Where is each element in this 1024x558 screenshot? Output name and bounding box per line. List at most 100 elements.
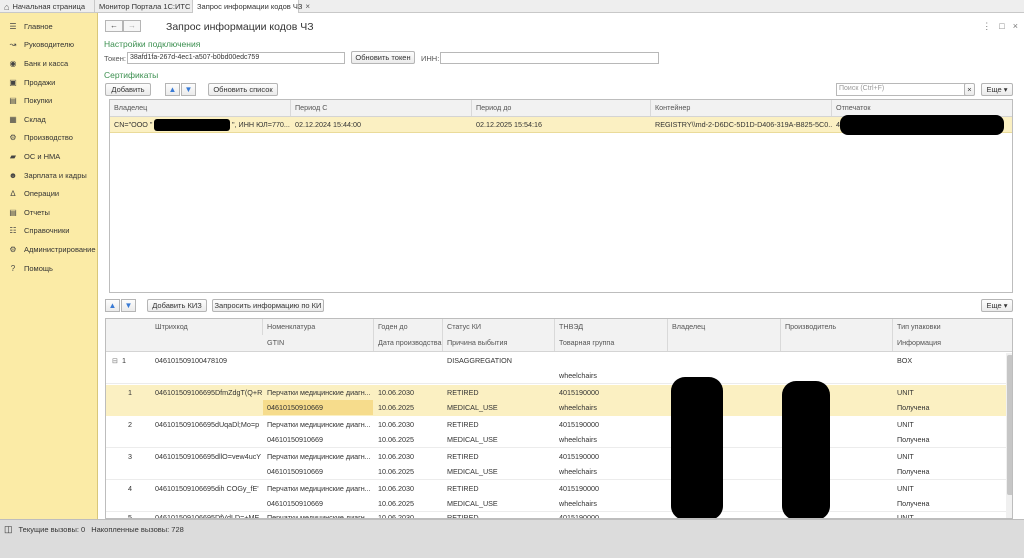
cell-expiry: 10.06.2030 bbox=[378, 513, 414, 519]
sidebar-item-bank[interactable]: ◉ Банк и касса bbox=[0, 54, 97, 73]
more-options-icon[interactable]: ⋮ bbox=[982, 21, 991, 32]
token-input[interactable]: 38afd1fa-267d-4ec1-a507-b0bd00edc759 bbox=[127, 52, 345, 64]
column-header[interactable]: Контейнер bbox=[651, 100, 832, 116]
add-certificate-button[interactable]: Добавить bbox=[105, 83, 151, 96]
sidebar-item-label: Помощь bbox=[24, 263, 53, 273]
cell-info: Получена bbox=[897, 499, 930, 508]
cell-gtin[interactable]: 04610150910669 bbox=[263, 400, 373, 415]
calls-monitor-icon[interactable]: ◫ bbox=[4, 524, 13, 535]
column-header[interactable]: Статус КИ bbox=[443, 319, 555, 335]
cart-icon: ▤ bbox=[9, 96, 17, 106]
page-title: Запрос информации кодов ЧЗ bbox=[166, 21, 314, 33]
cell-status: RETIRED bbox=[447, 420, 479, 429]
sidebar-item-assets[interactable]: ▰ ОС и НМА bbox=[0, 147, 97, 166]
cell-product-group: wheelchairs bbox=[559, 371, 597, 380]
column-header[interactable]: Штрихкод bbox=[151, 319, 263, 335]
sidebar-item-operations[interactable]: ∆ Операции bbox=[0, 184, 97, 203]
collapse-icon[interactable]: ⊟ bbox=[108, 353, 118, 368]
sidebar-item-production[interactable]: ⚙ Производство bbox=[0, 129, 97, 148]
column-header[interactable]: Владелец bbox=[110, 100, 291, 116]
column-header[interactable]: Годен до bbox=[374, 319, 443, 335]
column-header[interactable]: Период С bbox=[291, 100, 472, 116]
production-icon: ⚙ bbox=[9, 133, 17, 143]
staff-icon: ☻ bbox=[8, 170, 18, 180]
sidebar-item-main[interactable]: ☰ Главное bbox=[0, 17, 97, 36]
column-header[interactable]: Тип упаковки bbox=[893, 319, 1012, 335]
cell-pack-type: UNIT bbox=[897, 452, 914, 461]
codes-move-up-button[interactable]: ▲ bbox=[105, 299, 120, 312]
cell-pack-type: UNIT bbox=[897, 484, 914, 493]
column-header[interactable]: GTIN bbox=[263, 335, 374, 351]
sidebar-item-sales[interactable]: ▣ Продажи bbox=[0, 73, 97, 92]
table-row[interactable]: CN="ООО " ", ИНН ЮЛ=770... 02.12.2024 15… bbox=[110, 115, 1012, 135]
refresh-token-button[interactable]: Обновить токен bbox=[351, 51, 415, 64]
column-header[interactable]: Информация bbox=[893, 335, 1012, 351]
cell-retire-reason: MEDICAL_USE bbox=[447, 499, 498, 508]
table-row[interactable]: 4 046101509106695dih COGy_fE' Перчатки м… bbox=[106, 481, 1006, 512]
cell-num: 1 bbox=[122, 356, 126, 365]
cell-product-group: wheelchairs bbox=[559, 403, 597, 412]
tab-cz-request[interactable]: Запрос информации кодов ЧЗ × bbox=[193, 0, 310, 14]
column-header[interactable]: Товарная группа bbox=[555, 335, 668, 351]
sidebar-item-warehouse[interactable]: ▦ Склад bbox=[0, 110, 97, 129]
table-row[interactable]: 3 046101509106695dllO=vew4ucY Перчатки м… bbox=[106, 449, 1006, 480]
close-icon[interactable]: × bbox=[305, 1, 310, 13]
maximize-icon[interactable]: □ bbox=[999, 21, 1004, 32]
status-bar: ◫ Текущие вызовы: 0 Накопленные вызовы: … bbox=[0, 519, 1024, 558]
column-header[interactable]: Производитель bbox=[781, 319, 893, 335]
certificates-table: Владелец Период С Период до Контейнер От… bbox=[109, 99, 1013, 293]
redacted-area bbox=[154, 119, 230, 131]
inn-input[interactable] bbox=[440, 52, 659, 64]
cell-nomenclature: Перчатки медицинские диагн... bbox=[267, 420, 371, 429]
cell-num: 4 bbox=[128, 484, 132, 493]
column-header[interactable]: ТНВЭД bbox=[555, 319, 668, 335]
more-button[interactable]: Еще ▾ bbox=[981, 83, 1013, 96]
column-header[interactable]: Причина выбытия bbox=[443, 335, 555, 351]
table-row[interactable]: 1 046101509106695DfmZdgT(Q+R Перчатки ме… bbox=[106, 385, 1006, 416]
column-header[interactable]: Номенклатура bbox=[263, 319, 374, 335]
close-icon[interactable]: × bbox=[1013, 21, 1018, 32]
vertical-scrollbar[interactable] bbox=[1006, 353, 1012, 518]
search-clear-button[interactable]: × bbox=[964, 83, 975, 96]
column-header[interactable]: Дата производства bbox=[374, 335, 443, 351]
move-up-button[interactable]: ▲ bbox=[165, 83, 180, 96]
search-input[interactable]: Поиск (Ctrl+F) bbox=[836, 83, 966, 96]
sidebar-item-manager[interactable]: ↝ Руководителю bbox=[0, 36, 97, 55]
move-down-button[interactable]: ▼ bbox=[181, 83, 196, 96]
request-ki-info-button[interactable]: Запросить информацию по КИ bbox=[212, 299, 324, 312]
sidebar-item-staff[interactable]: ☻ Зарплата и кадры bbox=[0, 166, 97, 185]
tab-home[interactable]: ⌂ Начальная страница bbox=[0, 0, 95, 13]
cell-gtin: 04610150910669 bbox=[267, 435, 323, 444]
add-kiz-button[interactable]: Добавить КИЗ bbox=[147, 299, 207, 312]
sidebar-item-label: Продажи bbox=[24, 77, 56, 87]
token-label: Токен: bbox=[104, 54, 126, 63]
column-header[interactable]: Владелец bbox=[668, 319, 781, 335]
cell-tnved: 4015190000 bbox=[559, 513, 599, 519]
tab-its-monitor[interactable]: Монитор Портала 1С:ИТС × bbox=[95, 0, 198, 13]
cell-barcode: 046101509106695DfVdLD=+ME bbox=[155, 513, 260, 519]
sidebar-item-help[interactable]: ? Помощь bbox=[0, 259, 97, 278]
nav-buttons: ← → bbox=[105, 20, 141, 32]
sidebar-item-admin[interactable]: ⚙ Администрирование bbox=[0, 240, 97, 259]
table-row[interactable]: 2 046101509106695dUqaDl;Mo=p Перчатки ме… bbox=[106, 417, 1006, 448]
cell-status: RETIRED bbox=[447, 388, 479, 397]
cell-tnved: 4015190000 bbox=[559, 484, 599, 493]
scrollbar-thumb[interactable] bbox=[1007, 355, 1012, 495]
forward-button[interactable]: → bbox=[123, 20, 141, 32]
back-button[interactable]: ← bbox=[105, 20, 123, 32]
column-header[interactable]: Период до bbox=[472, 100, 651, 116]
cell-barcode: 046101509106695dllO=vew4ucY bbox=[155, 452, 262, 461]
sidebar-item-catalogs[interactable]: ☷ Справочники bbox=[0, 222, 97, 241]
sidebar-item-reports[interactable]: ▤ Отчеты bbox=[0, 203, 97, 222]
cell-status: RETIRED bbox=[447, 484, 479, 493]
certificates-section-title[interactable]: Сертификаты bbox=[104, 70, 158, 80]
refresh-list-button[interactable]: Обновить список bbox=[208, 83, 278, 96]
sidebar-item-purchases[interactable]: ▤ Покупки bbox=[0, 91, 97, 110]
table-row-group[interactable]: ⊟ 1 046101509100478109 DISAGGREGATION BO… bbox=[106, 353, 1006, 384]
column-header[interactable]: Отпечаток bbox=[832, 100, 1012, 116]
codes-move-down-button[interactable]: ▼ bbox=[121, 299, 136, 312]
cell-barcode: 046101509106695dUqaDl;Mo=p bbox=[155, 420, 260, 429]
connection-section-title[interactable]: Настройки подключения bbox=[104, 39, 200, 49]
codes-more-button[interactable]: Еще ▾ bbox=[981, 299, 1013, 312]
cell-status: DISAGGREGATION bbox=[447, 356, 512, 365]
